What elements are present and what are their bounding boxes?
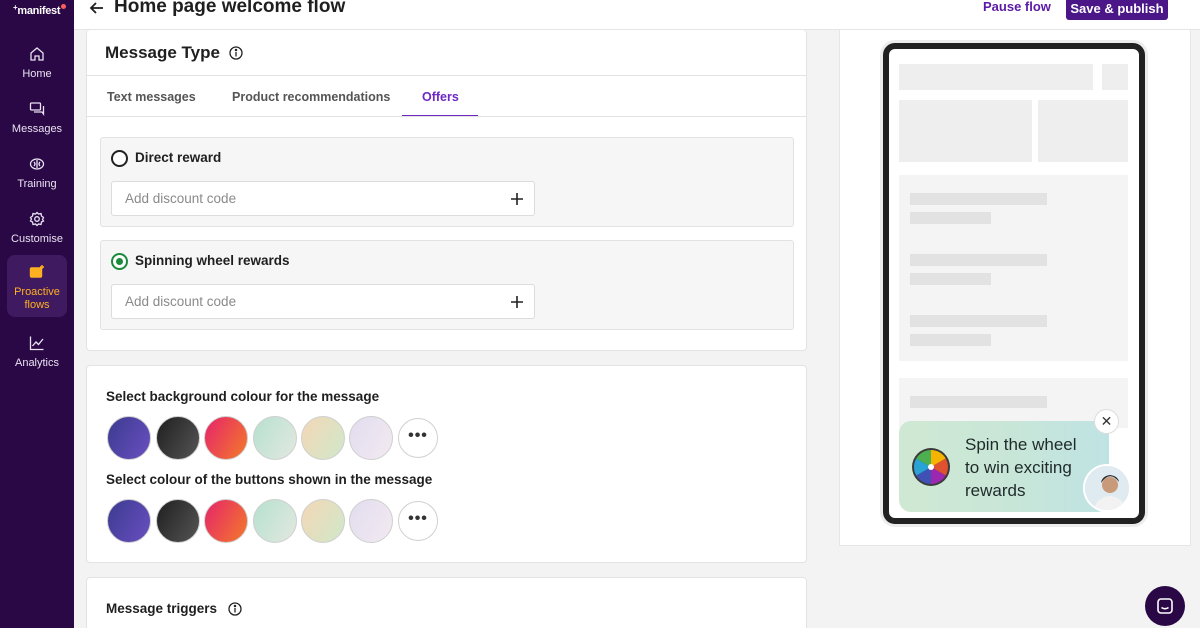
sidebar-item-label: Analytics: [14, 357, 60, 369]
brand-logo[interactable]: +manifest: [13, 3, 67, 17]
message-type-title: Message Type: [105, 43, 220, 62]
skeleton-block: [899, 100, 1032, 162]
more-colours-button[interactable]: •••: [398, 501, 438, 541]
button-swatch-charcoal[interactable]: [156, 499, 200, 543]
plus-icon[interactable]: [510, 192, 524, 206]
skeleton-block: [899, 64, 1093, 90]
message-triggers-title: Message triggers: [106, 601, 218, 616]
button-swatch-pink-orange[interactable]: [204, 499, 248, 543]
gear-icon: [29, 211, 45, 227]
sidebar-item-label: Training: [17, 178, 57, 190]
skeleton-line: [910, 212, 991, 224]
button-colour-label: Select colour of the buttons shown in th…: [106, 472, 433, 487]
brain-icon: [29, 158, 45, 170]
spinning-wheel-radio[interactable]: [111, 253, 128, 270]
home-icon: [30, 47, 44, 61]
analytics-icon: [29, 336, 44, 351]
background-swatch-peach[interactable]: [301, 416, 345, 460]
tab-product-recommendations[interactable]: Product recommendations: [232, 90, 390, 104]
sidebar-item-messages[interactable]: Messages: [7, 92, 67, 148]
tab-offers[interactable]: Offers: [422, 90, 459, 104]
sidebar-item-label-line2: flows: [24, 299, 50, 311]
back-arrow-icon[interactable]: [89, 0, 105, 16]
button-swatch-lavender[interactable]: [349, 499, 393, 543]
background-colour-label: Select background colour for the message: [106, 389, 380, 404]
promo-text: Spin the wheel to win exciting rewards: [965, 435, 1077, 500]
info-icon[interactable]: [229, 46, 243, 60]
background-swatch-mint[interactable]: [253, 416, 297, 460]
messages-icon: [29, 102, 45, 116]
discount-code-field: [111, 284, 535, 319]
direct-reward-label: Direct reward: [135, 150, 222, 165]
background-swatch-lavender[interactable]: [349, 416, 393, 460]
skeleton-line: [910, 273, 991, 285]
logo-text: manifest: [17, 5, 61, 17]
chat-icon: [1157, 598, 1173, 614]
spinning-wheel-option: Spinning wheel rewards: [100, 240, 794, 330]
sidebar-item-label: Messages: [11, 123, 63, 135]
direct-reward-radio[interactable]: [111, 150, 128, 167]
skeleton-block: [1038, 100, 1128, 162]
message-triggers-card: Message triggers: [86, 577, 807, 628]
agent-avatar: [1083, 464, 1131, 512]
skeleton-line: [910, 334, 991, 346]
discount-code-input[interactable]: [125, 191, 485, 206]
sidebar-item-home[interactable]: Home: [7, 37, 67, 93]
button-swatch-mint[interactable]: [253, 499, 297, 543]
page-title: Home page welcome flow: [114, 0, 346, 17]
skeleton-line: [910, 315, 1047, 327]
sidebar-item-label: Customise: [11, 233, 63, 245]
message-type-card: Message Type Text messages Product recom…: [86, 30, 807, 351]
more-colours-button[interactable]: •••: [398, 418, 438, 458]
button-swatch-indigo-purple[interactable]: [107, 499, 151, 543]
sidebar: +manifest Home Messages Training Customi…: [0, 0, 74, 628]
skeleton-line: [910, 193, 1047, 205]
plus-icon[interactable]: [510, 295, 524, 309]
discount-code-input[interactable]: [125, 294, 485, 309]
sidebar-item-label-line1: Proactive: [14, 286, 60, 298]
close-icon[interactable]: ✕: [1094, 409, 1119, 434]
top-header: Home page welcome flow Pause flow Save &…: [74, 0, 1200, 30]
spinning-wheel-label: Spinning wheel rewards: [135, 253, 290, 268]
skeleton-line: [910, 254, 1047, 266]
background-swatch-indigo-purple[interactable]: [107, 416, 151, 460]
info-icon[interactable]: [228, 602, 242, 616]
divider: [87, 116, 806, 117]
colour-selection-card: Select background colour for the message…: [86, 365, 807, 563]
tab-text-messages[interactable]: Text messages: [107, 90, 196, 104]
proactive-flows-icon: [29, 265, 44, 278]
sidebar-item-customise[interactable]: Customise: [7, 202, 67, 258]
chat-launcher-button[interactable]: [1145, 586, 1185, 626]
save-publish-button[interactable]: Save & publish: [1066, 0, 1168, 20]
direct-reward-option: Direct reward: [100, 137, 794, 227]
skeleton-block: [1102, 64, 1128, 90]
button-swatch-peach[interactable]: [301, 499, 345, 543]
spinning-wheel-icon: [912, 448, 950, 486]
background-swatch-charcoal[interactable]: [156, 416, 200, 460]
sidebar-item-proactive-flows[interactable]: Proactive flows: [7, 255, 67, 317]
discount-code-field: [111, 181, 535, 216]
divider: [87, 75, 806, 76]
background-swatch-pink-orange[interactable]: [204, 416, 248, 460]
sidebar-item-training[interactable]: Training: [7, 147, 67, 203]
pause-flow-button[interactable]: Pause flow: [983, 0, 1051, 14]
skeleton-line: [910, 396, 1047, 408]
sidebar-item-analytics[interactable]: Analytics: [7, 326, 67, 382]
sidebar-item-label: Home: [22, 68, 52, 80]
